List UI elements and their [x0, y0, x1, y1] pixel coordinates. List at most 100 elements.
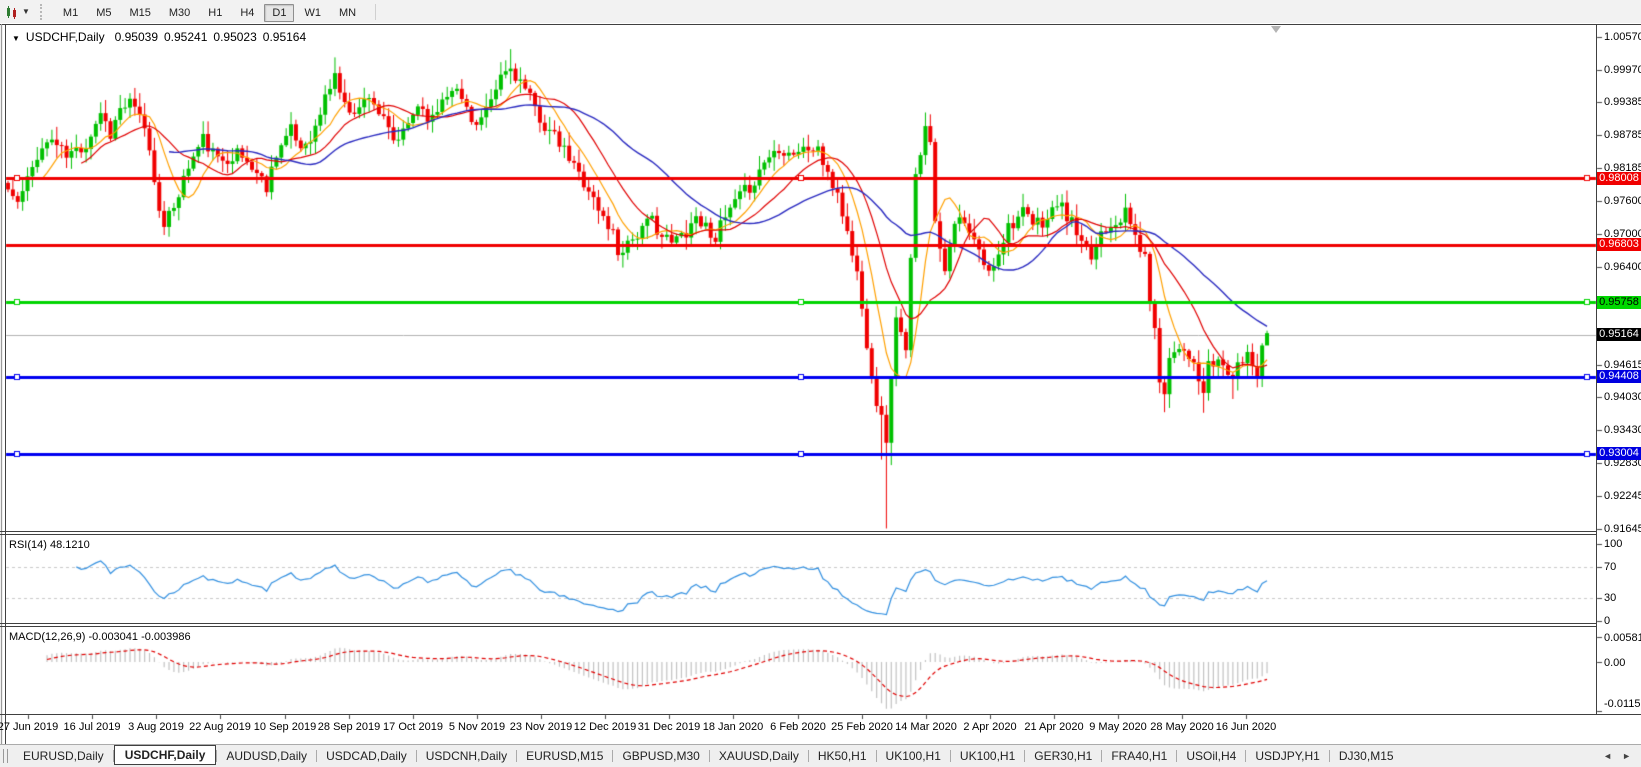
price-line-badge: 0.96803: [1597, 238, 1641, 252]
timeframe-button-H4[interactable]: H4: [232, 4, 262, 22]
timeframe-button-MN[interactable]: MN: [331, 4, 364, 22]
timeframe-button-M30[interactable]: M30: [161, 4, 198, 22]
timeframe-buttons: M1 M5 M15 M30 H1 H4 D1 W1 MN: [54, 3, 365, 22]
toolbar-dropdown-caret[interactable]: ▼: [22, 7, 30, 16]
x-axis-date: 31 Dec 2019: [637, 721, 701, 733]
timeframe-button-M5[interactable]: M5: [88, 4, 119, 22]
tab-scroll-right-icon[interactable]: ►: [1622, 751, 1631, 761]
chart-tab-USDJPY-H1[interactable]: USDJPY,H1: [1246, 746, 1328, 766]
x-axis-date: 6 Feb 2020: [770, 721, 826, 733]
x-axis-date: 12 Dec 2019: [573, 721, 637, 733]
x-axis-date: 28 May 2020: [1150, 721, 1214, 733]
y-axis-tick: 0.99970: [1604, 64, 1641, 77]
tab-items: EURUSD,Daily USDCHF,Daily AUDUSD,Daily USDC…: [14, 745, 1403, 766]
rsi-label: RSI(14) 48.1210: [9, 539, 90, 551]
price-line-badge: 0.93004: [1597, 447, 1641, 461]
chart-tab-EURUSD-Daily[interactable]: EURUSD,Daily: [14, 746, 113, 766]
macd-signal-value: -0.003986: [141, 631, 191, 643]
y-axis-tick: 0.97600: [1604, 194, 1641, 207]
rsi-macd-splitter-bottom[interactable]: [0, 626, 1596, 627]
x-axis-date: 5 Nov 2019: [448, 721, 506, 733]
y-axis-tick: 0.96400: [1604, 260, 1641, 273]
tab-scroll-buttons: ◄ ►: [1603, 751, 1631, 761]
low-value: 0.95023: [213, 30, 257, 44]
x-axis-date: 28 Sep 2019: [317, 721, 381, 733]
price-line-badge: 0.95758: [1597, 295, 1641, 309]
macd-label: MACD(12,26,9) -0.003041 -0.003986: [9, 631, 191, 643]
x-axis-date: 21 Apr 2020: [1024, 721, 1084, 733]
x-axis-date: 3 Aug 2019: [128, 721, 184, 733]
chart-tab-AUDUSD-Daily[interactable]: AUDUSD,Daily: [217, 746, 316, 766]
current-price-badge: 0.95164: [1597, 328, 1641, 342]
timeframe-button-D1[interactable]: D1: [264, 3, 295, 22]
chart-tab-DJ30-M15[interactable]: DJ30,M15: [1330, 746, 1403, 766]
x-axis-date: 16 Jul 2019: [63, 721, 121, 733]
chart-tab-FRA40-H1[interactable]: FRA40,H1: [1102, 746, 1176, 766]
chart-ohlc-title: ▼ USDCHF,Daily 0.95039 0.95241 0.95023 0.9516…: [12, 30, 312, 44]
chart-tab-USDCNH-Daily[interactable]: USDCNH,Daily: [417, 746, 516, 766]
tabbar-grip[interactable]: [3, 749, 8, 763]
chart-tab-USDCHF-Daily[interactable]: USDCHF,Daily: [113, 745, 217, 765]
chart-tabs-bar: EURUSD,Daily USDCHF,Daily AUDUSD,Daily USDC…: [0, 744, 1641, 767]
close-value: 0.95164: [262, 30, 307, 44]
toolbar-separator: [375, 3, 377, 20]
chart-tab-USDCAD-Daily[interactable]: USDCAD,Daily: [317, 746, 416, 766]
chart-shift-marker[interactable]: [1271, 26, 1281, 33]
chart-tab-GBPUSD-M30[interactable]: GBPUSD,M30: [613, 746, 708, 766]
x-axis-date: 9 May 2020: [1089, 721, 1147, 733]
chart-tab-EURUSD-M15[interactable]: EURUSD,M15: [517, 746, 612, 766]
macd-axis-tick: 0.005818: [1604, 632, 1641, 645]
window-top-border: [0, 24, 1641, 25]
price-line-badge: 0.94408: [1597, 370, 1641, 383]
high-value: 0.95241: [164, 30, 208, 44]
mt4-application: { "toolbar": { "icon": "chart-shift-icon…: [0, 0, 1641, 767]
x-axis-date: 2 Apr 2020: [963, 721, 1017, 733]
rsi-axis-tick: 0: [1604, 615, 1611, 627]
x-axis-date: 18 Jan 2020: [702, 721, 764, 733]
chart-tab-USOil-H4[interactable]: USOil,H4: [1177, 746, 1245, 766]
y-axis-tick: 1.00570: [1604, 31, 1641, 43]
chart-tab-UK100-H1[interactable]: UK100,H1: [951, 746, 1024, 766]
x-axis-date: 25 Feb 2020: [831, 721, 893, 733]
price-line-badge: 0.98008: [1597, 171, 1641, 185]
y-axis-tick: 0.92245: [1604, 489, 1641, 502]
rsi-axis-tick: 100: [1604, 538, 1623, 550]
chart-tab-XAUUSD-Daily[interactable]: XAUUSD,Daily: [710, 746, 808, 766]
x-axis-date: 27 Jun 2019: [0, 721, 59, 733]
macd-axis-tick: -0.011514: [1604, 698, 1641, 710]
chart-canvas[interactable]: [0, 0, 1641, 766]
chart-shift-icon[interactable]: [4, 4, 20, 20]
macd-main-value: -0.003041: [88, 631, 139, 643]
tab-scroll-left-icon[interactable]: ◄: [1603, 751, 1612, 761]
main-rsi-splitter-bottom[interactable]: [0, 534, 1596, 535]
x-axis-date: 16 Jun 2020: [1215, 721, 1277, 733]
y-axis-tick: 0.93430: [1604, 424, 1641, 437]
chart-tab-HK50-H1[interactable]: HK50,H1: [809, 746, 876, 766]
rsi-axis-tick: 70: [1604, 561, 1617, 574]
timeframes-toolbar: ▼ M1 M5 M15 M30 H1 H4 D1 W1 MN: [0, 0, 1641, 24]
x-axis-date: 10 Sep 2019: [253, 721, 317, 733]
rsi-value: 48.1210: [49, 539, 90, 551]
main-rsi-splitter-top[interactable]: [0, 531, 1596, 532]
chart-tab-UK100-H1[interactable]: UK100,H1: [877, 746, 950, 766]
chart-tab-GER30-H1[interactable]: GER30,H1: [1025, 746, 1101, 766]
timeframe-button-M1[interactable]: M1: [55, 4, 86, 22]
window-left-border-outer: [1, 24, 2, 744]
y-axis-tick: 0.91645: [1604, 522, 1641, 535]
y-axis-tick: 0.99385: [1604, 96, 1641, 109]
x-axis-date: 23 Nov 2019: [509, 721, 573, 733]
rsi-axis-tick: 30: [1604, 591, 1617, 604]
timeframe-button-M15[interactable]: M15: [121, 4, 158, 22]
x-axis-date: 14 Mar 2020: [895, 721, 957, 733]
rsi-macd-splitter-top[interactable]: [0, 623, 1596, 624]
toolbar-grip[interactable]: [39, 3, 46, 20]
macd-axis-tick: 0.00: [1604, 657, 1626, 669]
symbol-dropdown-caret[interactable]: ▼: [12, 34, 20, 43]
timeframe-button-H1[interactable]: H1: [200, 4, 230, 22]
timeframe-button-W1[interactable]: W1: [296, 4, 329, 22]
y-axis-tick: 0.94030: [1604, 391, 1641, 404]
window-left-border-inner: [5, 24, 6, 744]
symbol-label: USDCHF,Daily: [25, 30, 105, 44]
open-value: 0.95039: [114, 30, 158, 44]
x-axis-date: 22 Aug 2019: [189, 721, 251, 733]
